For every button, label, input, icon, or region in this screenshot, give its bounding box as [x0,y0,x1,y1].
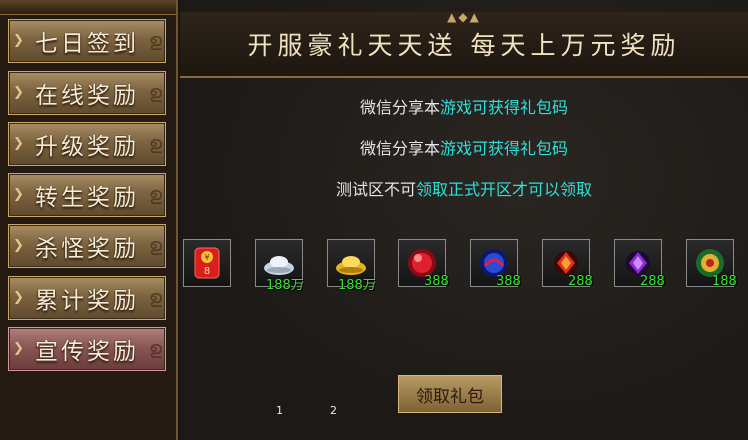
sidebar-item-online-reward[interactable]: ❯ 在线奖励 ഉ [8,71,166,115]
swirl-ornament-icon: ഉ [149,133,162,154]
chevron-right-icon: ❯ [13,187,24,202]
info-text: 微信分享本 [359,98,440,117]
banner-title: 开服豪礼天天送 每天上万元奖励 [247,31,681,60]
svg-text:¥: ¥ [204,253,209,262]
red-envelope-icon: ¥ 8 [194,247,220,279]
sidebar-top-ornament [0,0,176,15]
sidebar-item-rebirth-reward[interactable]: ❯ 转生奖励 ഉ [8,173,166,217]
reward-slot[interactable]: ¥ 8 [183,239,231,287]
chevron-right-icon: ❯ [13,136,24,151]
main-panel: ▲◆▲ 开服豪礼天天送 每天上万元奖励 微信分享本游戏可获得礼包码 微信分享本游… [180,0,748,440]
chevron-right-icon: ❯ [13,33,24,48]
reward-count: 288 [640,274,665,289]
reward-count: 388 [496,274,521,289]
reward-count: 188万 [338,278,376,293]
reward-count: 188万 [266,278,304,293]
info-highlight: 游戏可获得礼包码 [440,139,569,158]
sidebar: ❯ 七日签到 ഉ ❯ 在线奖励 ഉ ❯ 升级奖励 ഉ ❯ 转生奖励 ഉ ❯ 杀怪… [0,0,178,440]
info-text: 测试区不可 [335,180,416,199]
sidebar-item-label: 累计奖励 [35,288,139,314]
sidebar-item-promotion-reward[interactable]: ❯ 宣传奖励 ഉ [8,327,166,371]
swirl-ornament-icon: ഉ [149,82,162,103]
swirl-ornament-icon: ഉ [149,287,162,308]
sidebar-item-label: 转生奖励 [35,185,139,211]
envelope-badge: 8 [204,266,210,277]
page-indicator-2[interactable]: 2 [330,404,337,417]
info-line-2: 微信分享本游戏可获得礼包码 [180,135,748,159]
claim-gift-button[interactable]: 领取礼包 [398,375,502,413]
swirl-ornament-icon: ഉ [149,338,162,359]
reward-count: 388 [424,274,449,289]
sidebar-item-seven-day-signin[interactable]: ❯ 七日签到 ഉ [8,19,166,63]
sidebar-item-label: 在线奖励 [35,83,139,109]
sidebar-item-label: 杀怪奖励 [35,236,139,262]
info-line-1: 微信分享本游戏可获得礼包码 [180,94,748,118]
chevron-right-icon: ❯ [13,238,24,253]
reward-count: 188 [712,274,737,289]
crown-ornament-icon: ▲◆▲ [447,10,481,24]
swirl-ornament-icon: ഉ [149,184,162,205]
swirl-ornament-icon: ഉ [149,30,162,51]
info-text: 微信分享本 [359,139,440,158]
chevron-right-icon: ❯ [13,290,24,305]
chevron-right-icon: ❯ [13,85,24,100]
title-banner: ▲◆▲ 开服豪礼天天送 每天上万元奖励 [180,10,748,78]
sidebar-item-label: 宣传奖励 [35,339,139,365]
info-highlight: 游戏可获得礼包码 [440,98,569,117]
sidebar-item-label: 升级奖励 [35,134,139,160]
page-indicator-1[interactable]: 1 [276,404,283,417]
info-line-3: 测试区不可领取正式开区才可以领取 [180,176,748,200]
reward-count: 288 [568,274,593,289]
info-highlight: 领取正式开区才可以领取 [416,180,593,199]
sidebar-item-kill-reward[interactable]: ❯ 杀怪奖励 ഉ [8,224,166,268]
sidebar-item-levelup-reward[interactable]: ❯ 升级奖励 ഉ [8,122,166,166]
swirl-ornament-icon: ഉ [149,235,162,256]
sidebar-item-label: 七日签到 [35,31,139,57]
chevron-right-icon: ❯ [13,341,24,356]
sidebar-item-cumulative-reward[interactable]: ❯ 累计奖励 ഉ [8,276,166,320]
